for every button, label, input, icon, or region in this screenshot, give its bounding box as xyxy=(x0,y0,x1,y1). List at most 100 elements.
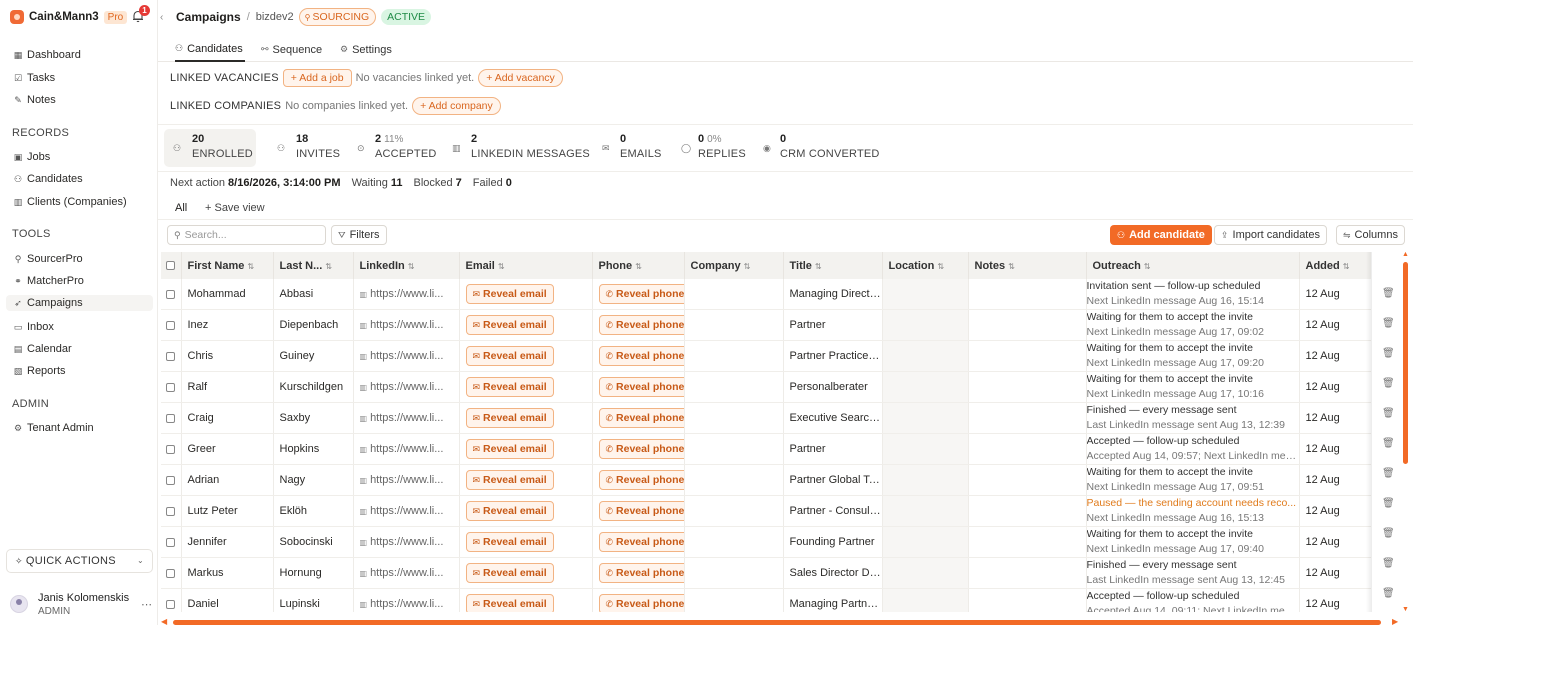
sidebar-item-clients[interactable]: ▥ Clients (Companies) xyxy=(13,194,127,210)
cell-notes[interactable] xyxy=(968,402,1087,434)
row-checkbox-cell[interactable] xyxy=(161,433,182,465)
checkbox[interactable] xyxy=(166,537,175,547)
horizontal-scroll-thumb[interactable] xyxy=(173,620,1381,625)
reveal-email-button[interactable]: ✉ Reveal email xyxy=(465,315,554,335)
sidebar-item-jobs[interactable]: ▣ Jobs xyxy=(13,149,51,165)
table-row[interactable]: Adrian Nagy ▥ https://www.li... ✉ Reveal emai… xyxy=(161,464,1371,496)
linkedin-link[interactable]: ▥ https://www.li... xyxy=(360,567,444,579)
cell-linkedin[interactable]: ▥ https://www.li... xyxy=(353,371,460,403)
linkedin-link[interactable]: ▥ https://www.li... xyxy=(360,536,444,548)
table-row[interactable]: Daniel Lupinski ▥ https://www.li... ✉ Reveal … xyxy=(161,588,1371,612)
stat-emails[interactable]: ✉ 0 EMAILS xyxy=(593,129,673,167)
search-box[interactable]: ⚲ xyxy=(167,225,326,245)
sidebar-item-matcherpro[interactable]: ⚭ MatcherPro xyxy=(13,273,84,289)
status-badge[interactable]: ⚲ SOURCING xyxy=(298,8,377,26)
tab-sequence[interactable]: ⚯ Sequence xyxy=(261,37,322,62)
sidebar-item-sourcerpro[interactable]: ⚲ SourcerPro xyxy=(13,251,83,267)
cell-notes[interactable] xyxy=(968,557,1087,589)
checkbox[interactable] xyxy=(166,506,175,516)
horizontal-scrollbar[interactable]: ◀ ▶ xyxy=(161,617,1399,626)
column-phone[interactable]: Phone ⇅ xyxy=(592,252,685,279)
sidebar-item-candidates[interactable]: ⚇ Candidates xyxy=(13,171,83,187)
column-first-name[interactable]: First Name ⇅ xyxy=(181,252,274,279)
table-row[interactable]: Chris Guiney ▥ https://www.li... ✉ Reveal ema… xyxy=(161,340,1371,372)
linkedin-link[interactable]: ▥ https://www.li... xyxy=(360,598,444,610)
table-row[interactable]: Jennifer Sobocinski ▥ https://www.li... ✉ Rev… xyxy=(161,526,1371,558)
sidebar-item-notes[interactable]: ✎ Notes xyxy=(13,92,56,108)
brand[interactable]: Cain&Mann3 Pro xyxy=(10,9,128,25)
vertical-scrollbar[interactable]: ▲ ▼ xyxy=(1402,251,1409,613)
sort-icon[interactable]: ⇅ xyxy=(1144,262,1151,271)
row-checkbox-cell[interactable] xyxy=(161,495,182,527)
sidebar-item-campaigns[interactable]: ➶ Campaigns xyxy=(6,295,153,311)
cell-notes[interactable] xyxy=(968,464,1087,496)
reveal-email-button[interactable]: ✉ Reveal email xyxy=(465,501,554,521)
linkedin-link[interactable]: ▥ https://www.li... xyxy=(360,443,444,455)
cell-linkedin[interactable]: ▥ https://www.li... xyxy=(353,588,460,612)
cell-notes[interactable] xyxy=(968,526,1087,558)
trash-icon[interactable]: 🗑 xyxy=(1382,498,1395,509)
sort-icon[interactable]: ⇅ xyxy=(247,262,254,271)
reveal-email-button[interactable]: ✉ Reveal email xyxy=(465,439,554,459)
reveal-phone-button[interactable]: ✆ Reveal phone xyxy=(598,563,683,583)
row-checkbox-cell[interactable] xyxy=(161,279,182,310)
tab-settings[interactable]: ⚙ Settings xyxy=(340,37,392,62)
sort-icon[interactable]: ⇅ xyxy=(325,262,332,271)
trash-icon[interactable]: 🗑 xyxy=(1382,378,1395,389)
reveal-email-button[interactable]: ✉ Reveal email xyxy=(465,346,554,366)
sidebar-item-calendar[interactable]: ▤ Calendar xyxy=(13,341,72,357)
linkedin-link[interactable]: ▥ https://www.li... xyxy=(360,505,444,517)
sort-icon[interactable]: ⇅ xyxy=(1343,262,1350,271)
column-title[interactable]: Title ⇅ xyxy=(783,252,883,279)
reveal-email-button[interactable]: ✉ Reveal email xyxy=(465,284,554,304)
checkbox[interactable] xyxy=(166,568,175,578)
checkbox[interactable] xyxy=(166,413,175,423)
checkbox[interactable] xyxy=(166,444,175,454)
user-menu[interactable]: Janis Kolomenskis ADMIN ⋯ xyxy=(10,590,152,620)
sort-icon[interactable]: ⇅ xyxy=(744,262,751,271)
scroll-left-icon[interactable]: ◀ xyxy=(161,617,167,626)
search-input[interactable] xyxy=(184,229,315,241)
reveal-phone-button[interactable]: ✆ Reveal phone xyxy=(598,408,683,428)
table-row[interactable]: Greer Hopkins ▥ https://www.li... ✉ Reveal em… xyxy=(161,433,1371,465)
cell-notes[interactable] xyxy=(968,279,1087,310)
cell-notes[interactable] xyxy=(968,309,1087,341)
cell-linkedin[interactable]: ▥ https://www.li... xyxy=(353,433,460,465)
row-checkbox-cell[interactable] xyxy=(161,526,182,558)
cell-linkedin[interactable]: ▥ https://www.li... xyxy=(353,526,460,558)
row-checkbox-cell[interactable] xyxy=(161,588,182,612)
trash-icon[interactable]: 🗑 xyxy=(1382,408,1395,419)
row-checkbox-cell[interactable] xyxy=(161,557,182,589)
linkedin-link[interactable]: ▥ https://www.li... xyxy=(360,288,444,300)
tab-candidates[interactable]: ⚇ Candidates xyxy=(175,37,245,62)
reveal-phone-button[interactable]: ✆ Reveal phone xyxy=(598,439,683,459)
cell-linkedin[interactable]: ▥ https://www.li... xyxy=(353,402,460,434)
column-outreach[interactable]: Outreach ⇅ xyxy=(1086,252,1300,279)
add-company-button[interactable]: + Add company xyxy=(412,97,501,115)
checkbox[interactable] xyxy=(166,475,175,485)
trash-icon[interactable]: 🗑 xyxy=(1382,468,1395,479)
more-icon[interactable]: ⋯ xyxy=(141,598,152,611)
sidebar-item-tasks[interactable]: ☑ Tasks xyxy=(13,70,55,86)
table-row[interactable]: Ralf Kurschildgen ▥ https://www.li... ✉ Revea… xyxy=(161,371,1371,403)
row-checkbox-cell[interactable] xyxy=(161,309,182,341)
stat-replies[interactable]: ◯ 0 0% REPLIES xyxy=(672,129,752,167)
reveal-email-button[interactable]: ✉ Reveal email xyxy=(465,594,554,612)
reveal-phone-button[interactable]: ✆ Reveal phone xyxy=(598,284,683,304)
chevron-left-icon[interactable]: ‹ xyxy=(160,12,170,23)
stat-linkedin-messages[interactable]: ▥ 2 LINKEDIN MESSAGES xyxy=(443,129,593,167)
select-all-checkbox[interactable] xyxy=(161,252,182,279)
quick-actions-button[interactable]: ✧ QUICK ACTIONS ⌄ xyxy=(6,549,153,573)
cell-linkedin[interactable]: ▥ https://www.li... xyxy=(353,464,460,496)
table-row[interactable]: Markus Hornung ▥ https://www.li... ✉ Reveal e… xyxy=(161,557,1371,589)
page-title[interactable]: Campaigns xyxy=(176,10,241,24)
table-row[interactable]: Inez Diepenbach ▥ https://www.li... ✉ Reveal … xyxy=(161,309,1371,341)
reveal-email-button[interactable]: ✉ Reveal email xyxy=(465,377,554,397)
column-email[interactable]: Email ⇅ xyxy=(459,252,593,279)
stat-accepted[interactable]: ⊙ 2 11% ACCEPTED xyxy=(348,129,438,167)
import-candidates-button[interactable]: ⇪ Import candidates xyxy=(1214,225,1327,245)
linkedin-link[interactable]: ▥ https://www.li... xyxy=(360,319,444,331)
trash-icon[interactable]: 🗑 xyxy=(1382,438,1395,449)
reveal-phone-button[interactable]: ✆ Reveal phone xyxy=(598,501,683,521)
cell-notes[interactable] xyxy=(968,340,1087,372)
